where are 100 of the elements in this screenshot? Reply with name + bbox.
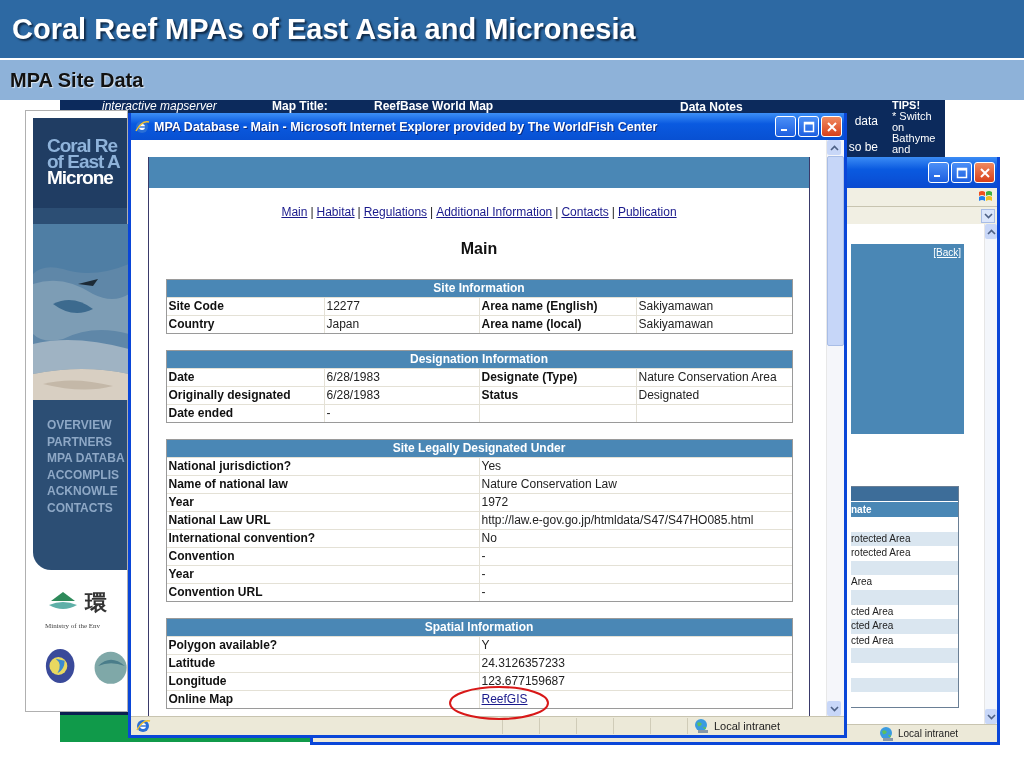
site-nav-item[interactable]: PARTNERS — [47, 433, 127, 450]
section-header: Site Information — [166, 280, 792, 297]
table-cell: 123.677159687 — [481, 674, 565, 688]
minimize-icon — [933, 174, 940, 177]
map-link[interactable]: ReefGIS — [481, 692, 528, 706]
section-header: Spatial Information — [166, 619, 792, 636]
close-button[interactable] — [821, 116, 842, 137]
table-cell: 12277 — [326, 299, 360, 313]
table-cell: Date ended — [168, 406, 234, 420]
tips-label: TIPS! — [892, 100, 922, 111]
windows-flag-icon — [978, 190, 993, 204]
site-nav-item[interactable]: CONTACTS — [47, 499, 127, 516]
map-title-label: Map Title: — [272, 100, 329, 113]
scrollbar[interactable] — [826, 140, 844, 716]
close-icon — [978, 166, 991, 179]
table-cell: Year — [168, 495, 194, 509]
nav-link[interactable]: Publication — [617, 205, 677, 219]
nav-separator: | — [357, 205, 361, 219]
table-cell: - — [481, 567, 486, 581]
table-cell: Polygon available? — [168, 638, 278, 652]
minimize-button[interactable] — [928, 162, 949, 183]
table-row-text: cted Area — [851, 633, 895, 648]
map-title: ReefBase World Map — [374, 100, 495, 113]
table-cell: Yes — [481, 459, 502, 473]
nav-link[interactable]: Main — [281, 205, 308, 219]
table-cell: - — [481, 549, 486, 563]
data-notes-text: data — [854, 114, 879, 128]
site-nav-item[interactable]: ACCOMPLIS — [47, 466, 127, 483]
minimize-icon — [780, 128, 787, 131]
scrollbar[interactable] — [984, 224, 997, 724]
page-heading: Main — [460, 240, 498, 258]
table-cell: Longitude — [168, 674, 227, 688]
maximize-button[interactable] — [798, 116, 819, 137]
table-cell: Date — [168, 370, 195, 384]
zone-label: Local intranet — [898, 728, 959, 739]
back-link[interactable]: [Back] — [933, 247, 961, 259]
site-nav-item[interactable]: MPA DATABA — [47, 450, 127, 467]
tips-text: and — [892, 144, 911, 155]
table-cell: Sakiyamawan — [638, 299, 714, 313]
table-cell: Area name (local) — [481, 317, 582, 331]
table-cell: National Law URL — [168, 513, 271, 527]
table-cell: 24.3126357233 — [481, 656, 565, 670]
table-cell: - — [481, 585, 486, 599]
maximize-icon — [955, 166, 968, 179]
nav-separator: | — [611, 205, 615, 219]
table-row: rotected Area — [851, 531, 958, 547]
seal-icon — [45, 646, 76, 686]
tips-text: Bathyme — [892, 133, 936, 144]
maximize-button[interactable] — [951, 162, 972, 183]
site-nav-item[interactable]: ACKNOWLE — [47, 483, 127, 500]
site-logo-text: Microne — [47, 170, 113, 186]
table-cell: Nature Conservation Area — [638, 370, 777, 384]
page-icon — [135, 718, 151, 734]
ie-icon — [134, 118, 150, 135]
table-cell: Sakiyamawan — [638, 317, 714, 331]
table-cell: 6/28/1983 — [326, 388, 380, 402]
table-cell: Year — [168, 567, 194, 581]
table-cell: National jurisdiction? — [168, 459, 292, 473]
nav-link[interactable]: Regulations — [363, 205, 428, 219]
table-cell: Convention — [168, 549, 235, 563]
mapserver-caption: interactive mapserver — [101, 100, 218, 112]
table-cell: - — [326, 406, 331, 420]
data-notes-text: so be — [848, 140, 879, 154]
table-cell: Designated — [638, 388, 700, 402]
maximize-icon — [802, 120, 815, 133]
zone-label: Local intranet — [714, 720, 781, 732]
scroll-thumb[interactable] — [827, 156, 844, 346]
site-logo-text: Coral Re — [47, 138, 118, 154]
nav-link[interactable]: Habitat — [316, 205, 355, 219]
ministry-logo-text: 環 — [85, 589, 107, 617]
nav-link[interactable]: Contacts — [561, 205, 609, 219]
site-nav-item[interactable]: OVERVIEW — [47, 417, 127, 434]
globe-icon — [694, 718, 710, 734]
nav-link[interactable]: Additional Information — [436, 205, 553, 219]
slide-title: Coral Reef MPAs of East Asia and Micronesia — [12, 12, 636, 46]
table-cell: 1972 — [481, 495, 509, 509]
section-header: Designation Information — [166, 351, 792, 368]
site-logo-text: of East A — [47, 154, 121, 170]
table-row-text: Area — [851, 575, 874, 590]
table-row-text: cted Area — [851, 604, 895, 619]
close-icon — [825, 120, 838, 133]
table-cell: Status — [481, 388, 519, 402]
data-notes-label: Data Notes — [680, 100, 744, 114]
nav-separator: | — [430, 205, 434, 219]
table-cell: Designate (Type) — [481, 370, 578, 384]
table-cell: 6/28/1983 — [326, 370, 380, 384]
nav-separator: | — [555, 205, 559, 219]
column-header: nate — [851, 501, 958, 517]
table-cell: Convention URL — [168, 585, 263, 599]
table-cell: Japan — [326, 317, 360, 331]
table-cell: Online Map — [168, 692, 234, 706]
section-header: Site Legally Designated Under — [166, 440, 792, 457]
window-title: MPA Database - Main - Microsoft Internet Explorer provided by The WorldFish Center — [154, 119, 659, 134]
table-cell: Originally designated — [168, 388, 291, 402]
close-button[interactable] — [974, 162, 995, 183]
minimize-button[interactable] — [775, 116, 796, 137]
slide-subtitle: MPA Site Data — [10, 69, 144, 91]
table-cell: Area name (English) — [481, 299, 598, 313]
table-cell: No — [481, 531, 497, 545]
table-cell: Y — [481, 638, 490, 652]
